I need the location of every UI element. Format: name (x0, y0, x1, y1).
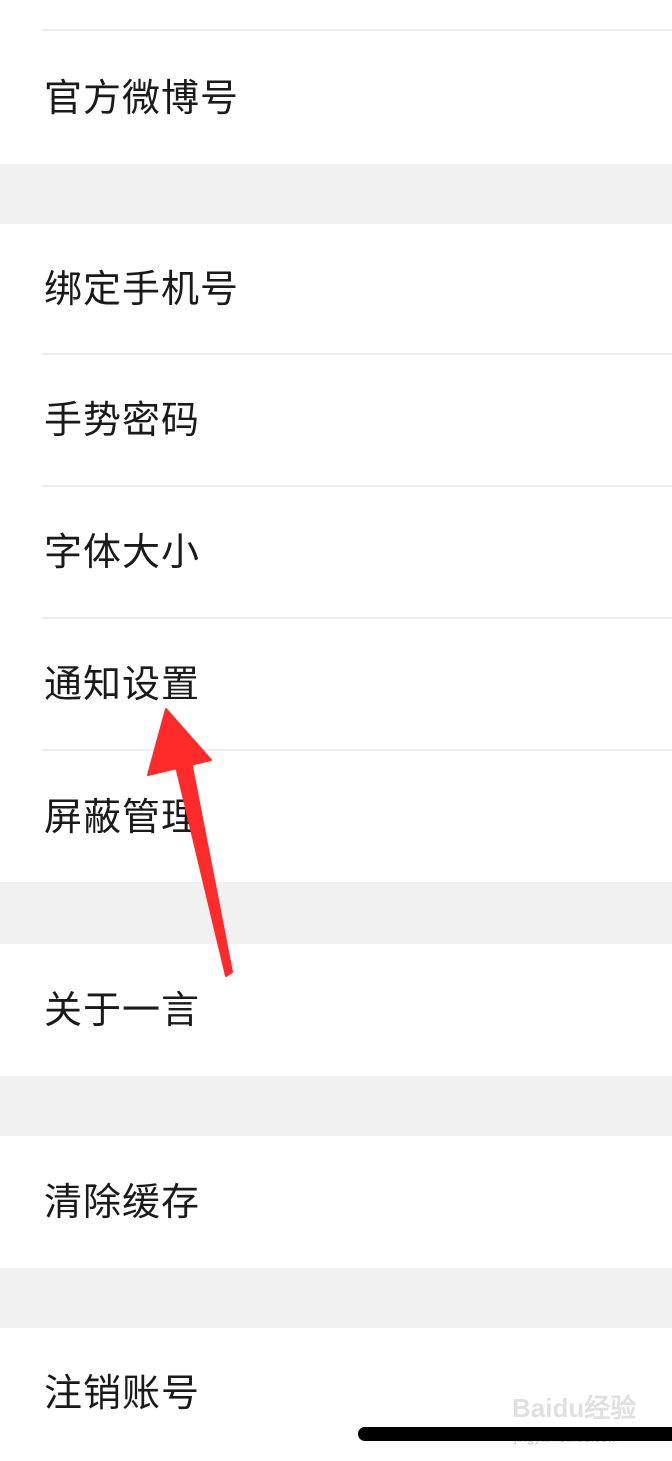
settings-item-about[interactable]: 关于一言 (0, 944, 672, 1076)
settings-item-clear-cache[interactable]: 清除缓存 (0, 1136, 672, 1268)
settings-group-cache: 清除缓存 (0, 1136, 672, 1268)
settings-item-block-management[interactable]: 屏蔽管理 (0, 751, 672, 882)
settings-item-label: 清除缓存 (44, 1180, 201, 1224)
settings-group-social: 官方微博号 (0, 0, 672, 164)
settings-item-bind-phone[interactable]: 绑定手机号 (0, 224, 672, 353)
settings-item-label: 通知设置 (44, 662, 201, 706)
settings-group-account: 绑定手机号 手势密码 字体大小 通知设置 屏蔽管理 (0, 224, 672, 882)
settings-item-official-weibo[interactable]: 官方微博号 (0, 32, 672, 164)
settings-group-about: 关于一言 (0, 944, 672, 1076)
settings-item-notification-settings[interactable]: 通知设置 (0, 619, 672, 749)
home-indicator[interactable] (358, 1427, 672, 1441)
settings-item-gesture-password[interactable]: 手势密码 (0, 355, 672, 485)
settings-item-font-size[interactable]: 字体大小 (0, 487, 672, 617)
watermark-logo: Baidu经验 (512, 1393, 637, 1423)
settings-item-label: 注销账号 (44, 1371, 201, 1415)
settings-item-label: 屏蔽管理 (44, 794, 201, 839)
settings-item-label: 绑定手机号 (44, 266, 240, 311)
settings-page: 官方微博号 绑定手机号 手势密码 字体大小 通知设置 屏蔽管理 关于一言 清除缓… (0, 0, 672, 1461)
settings-item-label: 关于一言 (44, 988, 201, 1032)
settings-item-label: 字体大小 (44, 530, 201, 574)
settings-item-label: 手势密码 (44, 398, 201, 442)
settings-item-label: 官方微博号 (44, 76, 240, 120)
divider (42, 29, 672, 31)
